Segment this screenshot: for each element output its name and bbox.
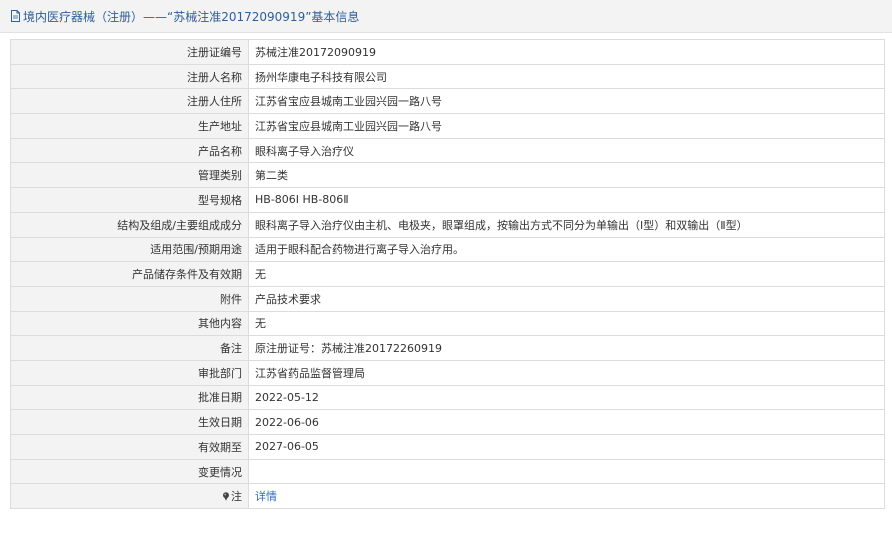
table-row: 其他内容 无 <box>10 310 885 337</box>
table-row: 产品名称 眼科离子导入治疗仪 <box>10 137 885 164</box>
row-label: 附件 <box>10 285 249 312</box>
row-value: 扬州华康电子科技有限公司 <box>248 63 885 90</box>
row-label: 注册证编号 <box>10 39 249 65</box>
table-row: 注册人住所 江苏省宝应县城南工业园兴园一路八号 <box>10 88 885 115</box>
table-row: 生效日期 2022-06-06 <box>10 409 885 435</box>
info-table-container: 注册证编号 苏械注准20172090919 注册人名称 扬州华康电子科技有限公司… <box>10 39 885 510</box>
table-row: 附件 产品技术要求 <box>10 285 885 312</box>
table-row: 有效期至 2027-06-05 <box>10 434 885 460</box>
row-label: 生产地址 <box>10 113 249 139</box>
row-value: 眼科离子导入治疗仪由主机、电极夹，眼罩组成，按输出方式不同分为单输出（Ⅰ型）和双… <box>248 211 885 238</box>
table-row: 注册证编号 苏械注准20172090919 <box>10 39 885 65</box>
row-value: 无 <box>248 310 885 337</box>
row-label: 注册人住所 <box>10 88 249 115</box>
row-value <box>248 458 885 485</box>
row-label: 生效日期 <box>10 409 249 435</box>
table-row: 结构及组成/主要组成成分 眼科离子导入治疗仪由主机、电极夹，眼罩组成，按输出方式… <box>10 211 885 238</box>
row-value: 无 <box>248 261 885 287</box>
row-value: 苏械注准20172090919 <box>248 39 885 65</box>
row-label: 适用范围/预期用途 <box>10 236 249 263</box>
row-label: 有效期至 <box>10 434 249 460</box>
note-value-cell: 详情 <box>248 483 885 510</box>
note-label: 注 <box>231 490 242 504</box>
table-row: 适用范围/预期用途 适用于眼科配合药物进行离子导入治疗用。 <box>10 236 885 263</box>
row-label: 备注 <box>10 335 249 361</box>
row-label: 审批部门 <box>10 359 249 386</box>
row-label: 管理类别 <box>10 162 249 189</box>
row-value: 第二类 <box>248 162 885 189</box>
row-value: HB-806Ⅰ HB-806Ⅱ <box>248 187 885 213</box>
row-label: 批准日期 <box>10 384 249 411</box>
note-label-cell: 注 <box>10 483 249 510</box>
table-row: 变更情况 <box>10 458 885 485</box>
row-label: 注册人名称 <box>10 63 249 90</box>
table-row: 审批部门 江苏省药品监督管理局 <box>10 359 885 386</box>
page-title: 境内医疗器械（注册）——“苏械注准20172090919”基本信息 <box>23 9 360 24</box>
table-row: 注册人名称 扬州华康电子科技有限公司 <box>10 63 885 90</box>
details-link[interactable]: 详情 <box>255 490 277 503</box>
table-row: 产品储存条件及有效期 无 <box>10 261 885 287</box>
row-value: 江苏省宝应县城南工业园兴园一路八号 <box>248 113 885 139</box>
row-value: 原注册证号：苏械注准20172260919 <box>248 335 885 361</box>
row-value: 眼科离子导入治疗仪 <box>248 137 885 164</box>
table-row: 生产地址 江苏省宝应县城南工业园兴园一路八号 <box>10 113 885 139</box>
row-value: 江苏省药品监督管理局 <box>248 359 885 386</box>
page-header: 境内医疗器械（注册）——“苏械注准20172090919”基本信息 <box>0 0 892 33</box>
row-label: 变更情况 <box>10 458 249 485</box>
row-label: 其他内容 <box>10 310 249 337</box>
table-row-note: 注 详情 <box>10 483 885 510</box>
row-label: 结构及组成/主要组成成分 <box>10 211 249 238</box>
info-table: 注册证编号 苏械注准20172090919 注册人名称 扬州华康电子科技有限公司… <box>10 39 885 510</box>
table-row: 批准日期 2022-05-12 <box>10 384 885 411</box>
table-row: 管理类别 第二类 <box>10 162 885 189</box>
row-label: 产品储存条件及有效期 <box>10 261 249 287</box>
table-row: 型号规格 HB-806Ⅰ HB-806Ⅱ <box>10 187 885 213</box>
row-value: 2027-06-05 <box>248 434 885 460</box>
document-icon <box>10 10 21 22</box>
row-label: 产品名称 <box>10 137 249 164</box>
row-value: 江苏省宝应县城南工业园兴园一路八号 <box>248 88 885 115</box>
pin-icon <box>222 491 230 502</box>
row-value: 适用于眼科配合药物进行离子导入治疗用。 <box>248 236 885 263</box>
row-label: 型号规格 <box>10 187 249 213</box>
table-row: 备注 原注册证号：苏械注准20172260919 <box>10 335 885 361</box>
row-value: 产品技术要求 <box>248 285 885 312</box>
row-value: 2022-05-12 <box>248 384 885 411</box>
row-value: 2022-06-06 <box>248 409 885 435</box>
